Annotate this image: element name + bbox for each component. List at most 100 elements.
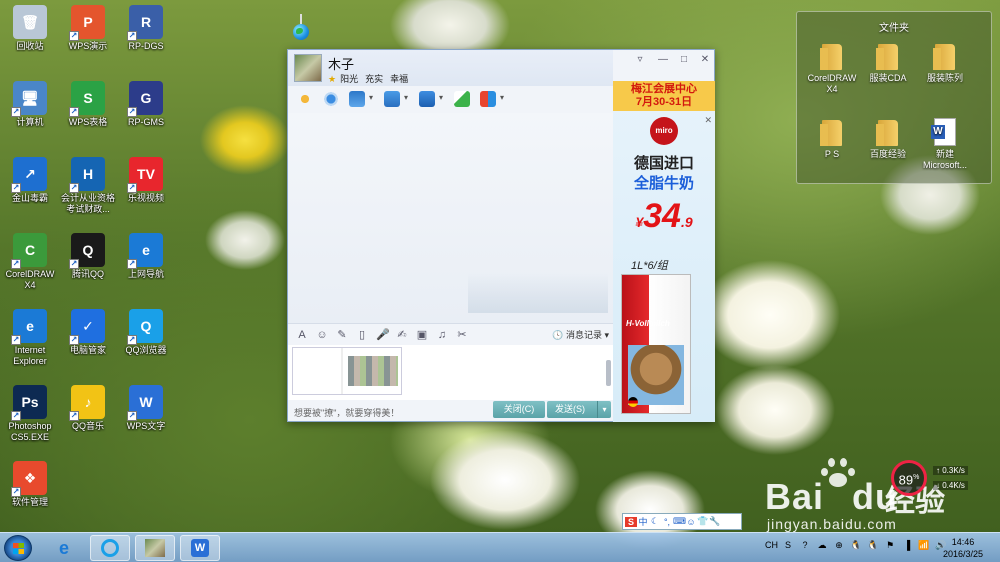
battery-icon[interactable]: ▐	[901, 539, 913, 551]
message-history-area[interactable]	[288, 113, 613, 323]
close-window-button[interactable]: ✕	[698, 54, 712, 65]
speed-widget[interactable]: 89% ↑ 0.3K/s ↓ 0.4K/s	[891, 460, 991, 498]
magic-expression-icon[interactable]: ✎	[336, 329, 348, 341]
skin-icon[interactable]: 👕	[697, 516, 709, 527]
qq-browser-icon: Q ↗	[127, 309, 163, 345]
desktop-icon-computer[interactable]: 🖥 ↗ 计算机	[1, 81, 59, 128]
desktop-icon-recycle-bin[interactable]: 🗑 回收站	[1, 5, 59, 52]
desktop-icon-tencent-qq[interactable]: Q ↗ 腾讯QQ	[59, 233, 117, 280]
desktop-icon-internet-explorer[interactable]: e ↗ Internet Explorer	[1, 309, 59, 367]
desktop-icon-web-navigation[interactable]: e ↗ 上网导航	[117, 233, 175, 280]
network-globe-icon[interactable]: ⊕	[833, 539, 845, 551]
footer-tip[interactable]: 想要被"撩"，就要穿得美！	[294, 406, 399, 419]
desktop-icon-qq-browser[interactable]: Q ↗ QQ浏览器	[117, 309, 175, 356]
video-call-icon[interactable]	[323, 91, 339, 107]
ad-close-icon[interactable]: ✕	[704, 115, 712, 126]
folder-icon	[876, 42, 900, 70]
apps-icon[interactable]	[480, 91, 504, 107]
desktop-icon-label: 软件管理	[11, 497, 48, 507]
send-options-arrow[interactable]: ▾	[597, 401, 611, 418]
folder-baidu-jingyan[interactable]: 百度经验	[858, 118, 918, 160]
baidu-logo-text: Bai du	[765, 476, 899, 517]
emoji-icon[interactable]: ☺	[316, 329, 328, 341]
screen-share-icon[interactable]	[419, 91, 443, 107]
desktop-icon-kingsoft-antivirus[interactable]: ↗ ↗ 金山毒霸	[1, 157, 59, 204]
sogou-ime-icon[interactable]: S	[625, 516, 637, 527]
desktop-icon-qq-music[interactable]: ♪ ↗ QQ音乐	[59, 385, 117, 432]
window-menu-button[interactable]: ▿	[633, 54, 647, 65]
send-image-icon[interactable]: ▣	[416, 329, 428, 341]
desktop-icon-wps-presentation[interactable]: P ↗ WPS演示	[59, 5, 117, 52]
font-icon[interactable]: A	[296, 329, 308, 341]
input-scrollbar[interactable]	[606, 360, 611, 386]
new-word-document[interactable]: W 新建 Microsoft...	[915, 118, 975, 171]
qq-tray-icon-2[interactable]: 🐧	[867, 539, 879, 551]
desktop-icon-letv-video[interactable]: TV ↗ 乐视视频	[117, 157, 175, 204]
pc-manager-icon: ✓ ↗	[69, 309, 105, 345]
emoticon-icon[interactable]: ☺	[685, 517, 697, 527]
language-indicator[interactable]: CH	[765, 539, 778, 551]
internet-explorer-icon: e ↗	[11, 309, 47, 345]
action-center-flag-icon[interactable]: ⚑	[884, 539, 896, 551]
input-toolbar: A ☺ ✎ ▯ 🎤 ✍ ▣ ♫ ✂ 🕓 消息记录 ▾	[288, 323, 613, 345]
qq-tray-icon[interactable]: 🐧	[850, 539, 862, 551]
desktop-icon-wps-spreadsheet[interactable]: S ↗ WPS表格	[59, 81, 117, 128]
folder-clothing-display[interactable]: 服装陈列	[915, 42, 975, 84]
desktop-icon-accounting-exam[interactable]: H ↗ 会计从业资格考试财政...	[59, 157, 117, 215]
half-width-toggle-icon[interactable]: ☾	[649, 516, 661, 527]
desktop-icon-wps-writer[interactable]: W ↗ WPS文字	[117, 385, 175, 432]
voice-message-icon[interactable]: 🎤	[376, 329, 390, 341]
taskbar-wps-writer[interactable]: W	[180, 535, 220, 561]
accounting-exam-icon: H ↗	[69, 157, 105, 193]
send-label: 发送(S)	[555, 404, 585, 414]
network-signal-icon[interactable]: 📶	[918, 539, 930, 551]
send-file-icon[interactable]	[384, 91, 408, 107]
desktop-icon-coreldraw[interactable]: C ↗ CorelDRAW X4	[1, 233, 59, 291]
taskbar-ie[interactable]: e	[44, 535, 84, 561]
soft-keyboard-icon[interactable]: ⌨	[673, 516, 686, 527]
start-button[interactable]	[4, 535, 32, 561]
help-icon[interactable]: ?	[799, 539, 811, 551]
screenshot-scissors-icon[interactable]: ✂	[456, 329, 468, 341]
qq-chat-window[interactable]: 木子 ★阳光充实幸福 ▿ — □ ✕ A ☺ ✎ ▯ 🎤 ✍ ▣ ♫ ✂ 🕓 消…	[287, 49, 715, 422]
close-button[interactable]: 关闭(C)	[493, 401, 545, 418]
message-record-button[interactable]: 🕓 消息记录 ▾	[552, 328, 609, 341]
pasted-screenshot-thumbnail[interactable]	[292, 347, 402, 395]
punctuation-toggle[interactable]: °,	[661, 517, 673, 527]
price-decimal: .9	[680, 214, 693, 230]
message-input[interactable]	[288, 345, 613, 400]
minimize-button[interactable]: —	[656, 54, 670, 65]
ime-toolbar[interactable]: S 中 ☾ °, ⌨ ☺ 👕 🔧	[622, 513, 742, 530]
desktop-icon-photoshop[interactable]: Ps ↗ Photoshop CS5.EXE	[1, 385, 59, 443]
desktop-icon-pc-manager[interactable]: ✓ ↗ 电脑管家	[59, 309, 117, 356]
shake-window-icon[interactable]: ▯	[356, 329, 368, 341]
taskbar-qq-chat[interactable]	[135, 535, 175, 561]
taskbar-qq-browser[interactable]	[90, 535, 130, 561]
desktop-icon-rp-gms[interactable]: G ↗ RP-GMS	[117, 81, 175, 128]
voice-call-icon[interactable]	[297, 91, 313, 107]
create-discussion-icon[interactable]	[454, 91, 470, 107]
contact-avatar[interactable]	[294, 54, 322, 82]
tools-icon[interactable]: 🔧	[709, 516, 721, 527]
cloud-icon[interactable]: ☁	[816, 539, 828, 551]
maximize-button[interactable]: □	[677, 54, 691, 65]
desktop-icon-rp-dgs[interactable]: R ↗ RP-DGS	[117, 5, 175, 52]
desktop-icon-software-manager[interactable]: ❖ ↗ 软件管理	[1, 461, 59, 508]
music-icon[interactable]: ♫	[436, 329, 448, 341]
globe-icon[interactable]	[293, 24, 309, 40]
advertisement-panel[interactable]: 梅江会展中心 7月30-31日 miro ✕ 德国进口 全脂牛奶 ¥34.9 1…	[613, 81, 715, 422]
folder-clothing-cda[interactable]: 服装CDA	[858, 42, 918, 84]
clock-time: 14:46	[951, 537, 975, 547]
contact-name[interactable]: 木子	[328, 54, 354, 73]
memory-usage-gauge[interactable]: 89%	[891, 460, 927, 496]
graffiti-icon[interactable]: ✍	[396, 329, 408, 341]
sogou-tray-icon[interactable]: S	[782, 539, 794, 551]
remote-desktop-icon[interactable]	[349, 91, 373, 107]
chinese-mode-toggle[interactable]: 中	[637, 515, 649, 528]
system-clock[interactable]: 14:46 2016/3/25	[938, 536, 988, 560]
desktop-icon-label: 腾讯QQ	[71, 269, 104, 279]
folder-ps[interactable]: P S	[802, 118, 862, 160]
send-button[interactable]: 发送(S) ▾	[547, 401, 611, 418]
clock-date: 2016/3/25	[942, 549, 984, 559]
folder-coreldraw[interactable]: CorelDRAW X4	[802, 42, 862, 95]
